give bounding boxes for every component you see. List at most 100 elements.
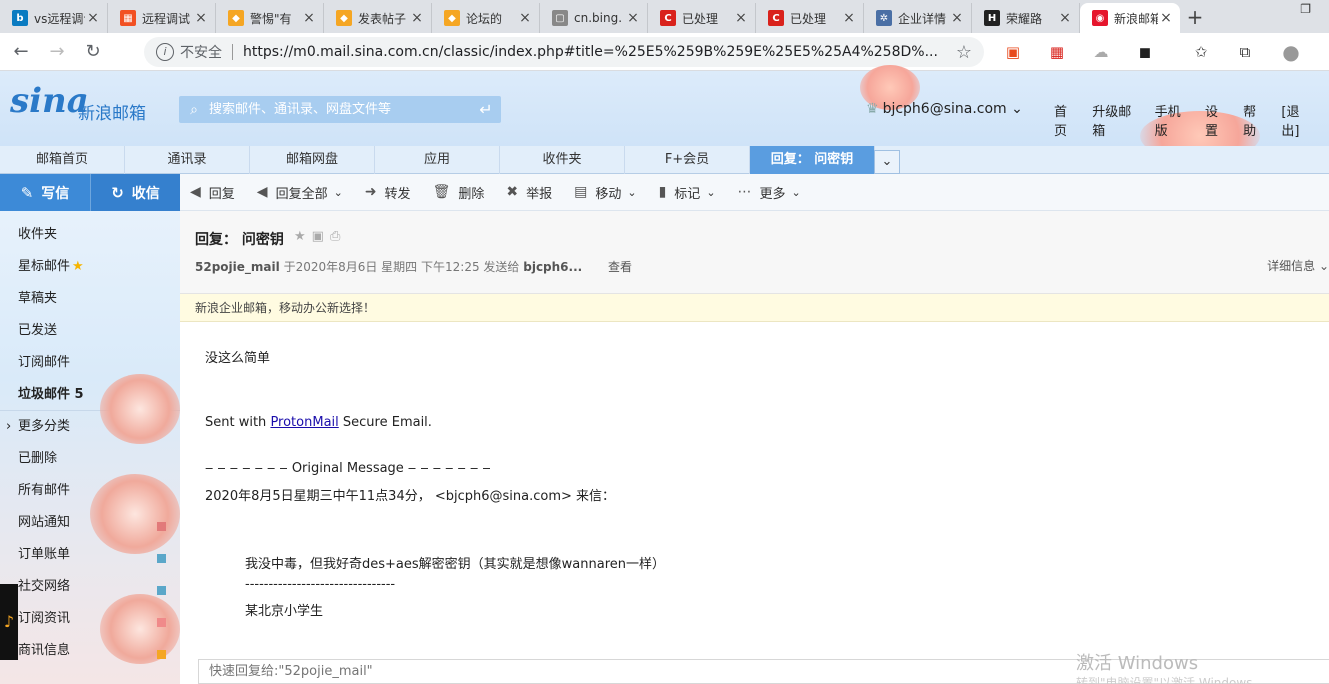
tab-favicon-icon: C [768, 10, 784, 26]
search-input[interactable] [209, 102, 471, 117]
favorites-icon[interactable]: ✩ [1190, 41, 1212, 63]
sidebar-folder[interactable]: 星标邮件 ★ [0, 251, 180, 283]
mark-button[interactable]: ▮ 标记 ⌄ [659, 183, 716, 202]
browser-tab[interactable]: ✲ 企业详情 × [864, 3, 972, 33]
report-button[interactable]: ✖ 举报 [506, 183, 552, 202]
compose-button[interactable]: ✎ 写信 [0, 174, 90, 211]
sidebar-folder[interactable]: 草稿夹 [0, 283, 180, 315]
header-link[interactable]: 首页 [1054, 101, 1078, 139]
close-icon[interactable]: × [409, 10, 425, 26]
more-button[interactable]: ⋯ 更多 ⌄ [738, 183, 801, 202]
delete-button[interactable]: 🗑 删除 [433, 183, 485, 202]
new-tab-button[interactable]: + [1180, 3, 1210, 33]
user-account[interactable]: ♛ bjcph6@sina.com ⌄ [866, 101, 1023, 117]
quoted-line: 我没中毒，但我好奇des+aes解密密钥（其实就是想像wannaren一样） [245, 557, 665, 572]
header-link[interactable]: 帮助 [1243, 101, 1267, 139]
extension-icon[interactable]: ◼ [1134, 41, 1156, 63]
browser-tab[interactable]: C 已处理 × [756, 3, 864, 33]
header-link[interactable]: [退出] [1281, 101, 1315, 139]
browser-tab[interactable]: ▢ cn.bing. × [540, 3, 648, 33]
browser-tab[interactable]: H 荣耀路 × [972, 3, 1080, 33]
enter-icon[interactable]: ↵ [471, 100, 501, 119]
sidebar-folder[interactable]: 已删除 [0, 443, 180, 475]
info-icon[interactable]: i [156, 43, 174, 61]
window-restore-icon[interactable]: ❐ [1300, 2, 1311, 16]
chevron-down-icon[interactable]: ⌄ [874, 150, 900, 174]
close-icon[interactable]: × [1057, 10, 1073, 26]
receive-button[interactable]: ↻ 收信 [90, 174, 180, 211]
browser-tab[interactable]: bvs远程调试× [0, 3, 108, 33]
qr-code-icon[interactable]: ▦ [1046, 41, 1068, 63]
details-link[interactable]: 详细信息 ⌄ [1267, 257, 1329, 274]
close-icon[interactable]: × [85, 10, 101, 26]
image-icon[interactable]: ▣ [312, 229, 330, 244]
print-icon[interactable]: ⎙ [330, 229, 346, 244]
browser-tab[interactable]: ◆ 论坛的 × [432, 3, 540, 33]
reply-all-button[interactable]: ◀ 回复全部 ⌄ [257, 183, 343, 202]
main-tab[interactable]: 应用 [375, 146, 500, 174]
promo-notice[interactable]: 新浪企业邮箱，移动办公新选择！ [180, 294, 1329, 322]
browser-toolbar: ← → ↻ i 不安全 https://m0.mail.sina.com.cn/… [0, 33, 1329, 71]
browser-tab[interactable]: ◆ 发表帖子 × [324, 3, 432, 33]
sender-name[interactable]: 52pojie_mail [195, 260, 280, 274]
sidebar-folder[interactable]: 已发送 [0, 315, 180, 347]
collections-icon[interactable]: ⧉ [1234, 41, 1256, 63]
tab-title: 新浪邮箱 [1114, 11, 1158, 26]
close-icon[interactable]: × [625, 10, 641, 26]
close-icon[interactable]: × [1158, 10, 1174, 26]
sidebar-folder[interactable]: 订阅邮件 [0, 347, 180, 379]
header-link[interactable]: 设置 [1205, 101, 1229, 139]
back-icon[interactable]: ← [6, 37, 36, 67]
cloud-icon[interactable]: ☁ [1090, 41, 1112, 63]
color-square [157, 618, 166, 627]
main-tab[interactable]: 邮箱首页 [0, 146, 125, 174]
original-header: 2020年8月5日星期三中午11点34分， <bjcph6@sina.com> … [205, 489, 616, 504]
main-tab[interactable]: 通讯录 [125, 146, 250, 174]
main-tab[interactable]: 回复： 问密钥 [750, 146, 875, 174]
move-button[interactable]: ▤ 移动 ⌄ [574, 183, 636, 202]
music-note-icon[interactable]: ♪ [0, 584, 18, 660]
close-icon[interactable]: × [841, 10, 857, 26]
close-icon[interactable]: × [733, 10, 749, 26]
browser-tab[interactable]: C 已处理 × [648, 3, 756, 33]
browser-tab[interactable]: ◆ 警惕"有 × [216, 3, 324, 33]
search-icon[interactable]: ⌕ [179, 102, 209, 118]
protonmail-link[interactable]: ProtonMail [270, 415, 338, 430]
header-link[interactable]: 手机版 [1155, 101, 1191, 139]
address-bar[interactable]: i 不安全 https://m0.mail.sina.com.cn/classi… [144, 37, 984, 67]
close-icon[interactable]: × [517, 10, 533, 26]
sidebar-actions: ✎ 写信 ↻ 收信 [0, 174, 180, 211]
main-tab[interactable]: 收件夹 [500, 146, 625, 174]
reply-button[interactable]: ◀ 回复 [190, 183, 235, 202]
details-label: 详细信息 [1267, 259, 1316, 273]
folder-label: 已发送 [18, 323, 58, 338]
compose-icon: ✎ [20, 183, 34, 202]
recipient-name[interactable]: bjcph6... [523, 260, 582, 274]
close-icon[interactable]: × [193, 10, 209, 26]
view-link[interactable]: 查看 [608, 260, 632, 274]
reload-icon[interactable]: ↻ [78, 37, 108, 67]
browser-tab[interactable]: ◉ 新浪邮箱 × [1080, 3, 1180, 33]
forward-icon[interactable]: → [42, 37, 72, 67]
divider [232, 44, 233, 60]
message-meta: 52pojie_mail 于2020年8月6日 星期四 下午12:25 发送给 … [195, 258, 632, 275]
reply-label: 回复 [208, 186, 235, 202]
main-tab[interactable]: F+会员 [625, 146, 750, 174]
browser-tab[interactable]: ▦ 远程调试 × [108, 3, 216, 33]
profile-avatar-icon[interactable]: ● [1280, 41, 1302, 63]
close-icon[interactable]: × [301, 10, 317, 26]
move-folder-icon: ▤ [574, 184, 588, 200]
header-link[interactable]: 升级邮箱 [1092, 101, 1140, 139]
close-icon[interactable]: × [949, 10, 965, 26]
sidebar-folder[interactable]: 收件夹 [0, 219, 180, 251]
report-icon: ✖ [506, 184, 519, 200]
office-extension-icon[interactable]: ▣ [1002, 41, 1024, 63]
sina-logo[interactable]: sina 新浪邮箱 [10, 81, 160, 126]
bookmark-star-icon[interactable]: ☆ [956, 42, 972, 63]
star-icon[interactable]: ★ [294, 229, 312, 244]
forward-button[interactable]: ➜ 转发 [365, 183, 411, 202]
main-tab[interactable]: 邮箱网盘 [250, 146, 375, 174]
tab-title: cn.bing. [574, 11, 623, 25]
url-text[interactable]: https://m0.mail.sina.com.cn/classic/inde… [243, 44, 956, 60]
original-message-divider: ‒ ‒ ‒ ‒ ‒ ‒ ‒ Original Message ‒ ‒ ‒ ‒ ‒… [205, 461, 491, 476]
